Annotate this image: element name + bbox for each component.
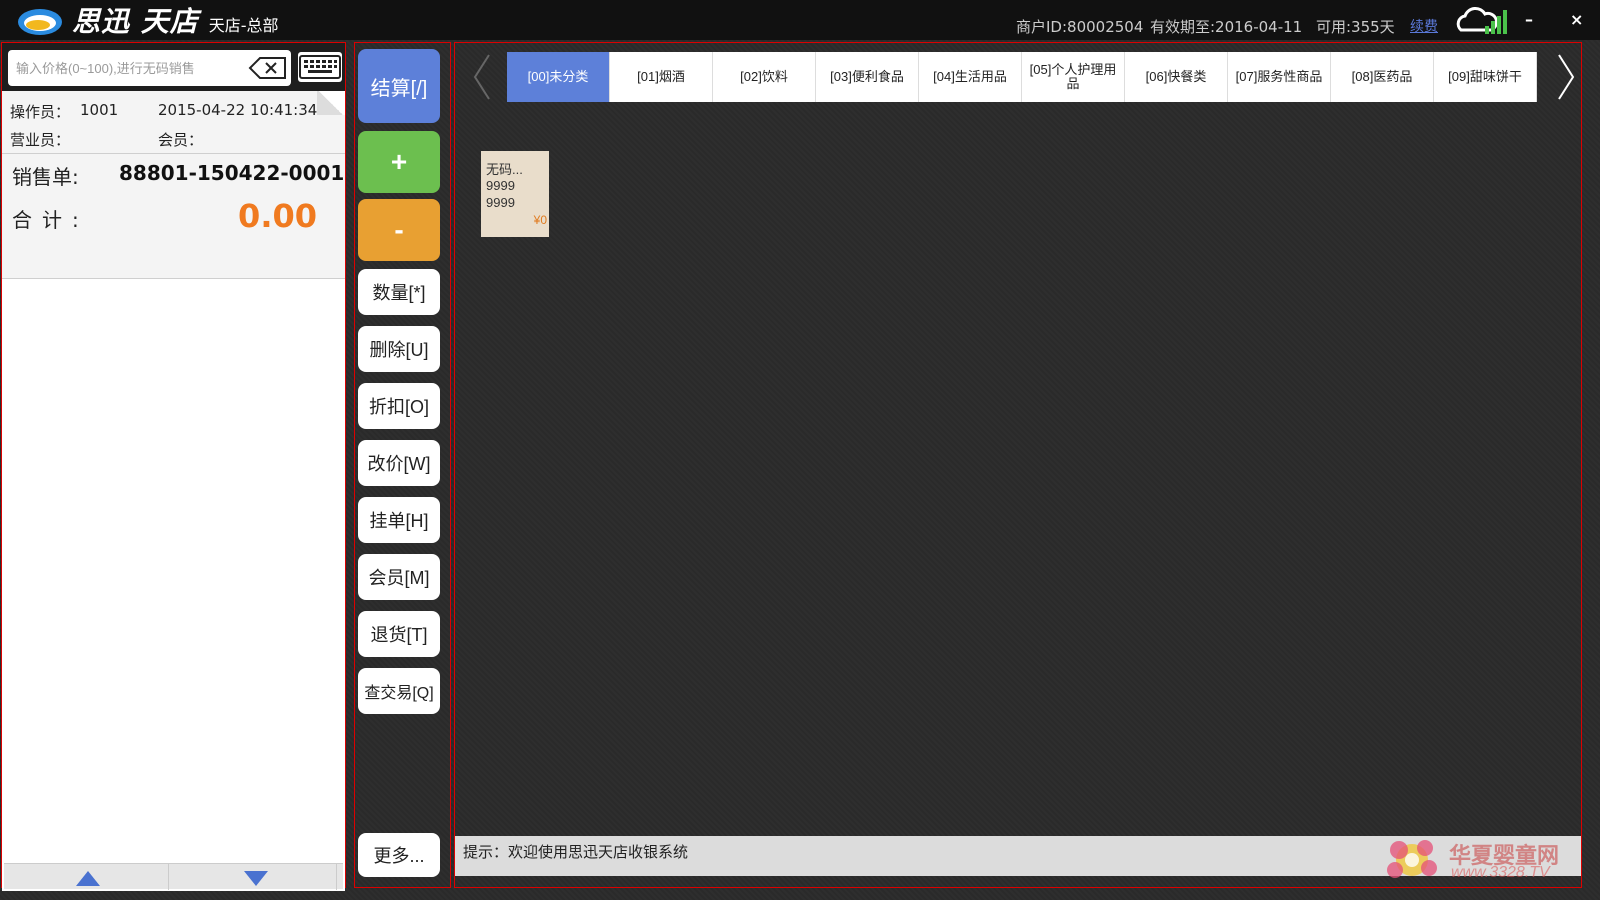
title-bar: 思迅 天店 天店-总部 商户ID:80002504 有效期至:2016-04-1…	[0, 0, 1600, 40]
chevron-right-icon[interactable]	[1553, 53, 1577, 101]
chevron-left-icon[interactable]	[471, 53, 495, 101]
tab-category[interactable]: [07]服务性商品	[1228, 52, 1331, 102]
member-button[interactable]: 会员[M]	[358, 554, 440, 600]
product-card[interactable]: 无码... 9999 9999 ¥0	[481, 151, 549, 237]
query-transaction-button[interactable]: 查交易[Q]	[358, 668, 440, 714]
tab-category[interactable]: [00]未分类	[507, 52, 610, 102]
cloud-logo-icon	[18, 9, 62, 35]
minimize-button[interactable]: –	[1525, 10, 1533, 29]
search-box	[8, 50, 291, 86]
watermark-url: www.3328.TV	[1451, 864, 1550, 881]
available-days: 可用:355天	[1316, 18, 1395, 36]
tab-category[interactable]: [06]快餐类	[1125, 52, 1228, 102]
action-panel: 结算[/] + - 数量[*] 删除[U] 折扣[O] 改价[W] 挂单[H] …	[354, 42, 451, 888]
logo-text: 思迅 天店	[72, 5, 199, 38]
tab-category[interactable]: [04]生活用品	[919, 52, 1022, 102]
product-panel: [00]未分类 [01]烟酒 [02]饮料 [03]便利食品 [04]生活用品 …	[454, 42, 1582, 888]
tab-category[interactable]: [01]烟酒	[610, 52, 713, 102]
order-panel: 操作员： 1001 2015-04-22 10:41:34 营业员： 会员： 销…	[1, 42, 346, 891]
list-scroll-bar	[4, 863, 343, 890]
total-label: 合计:	[12, 208, 89, 232]
page-curl-decoration	[317, 91, 345, 115]
salesperson-label: 营业员：	[10, 131, 71, 149]
change-price-button[interactable]: 改价[W]	[358, 440, 440, 486]
backspace-icon[interactable]	[248, 56, 288, 80]
order-info: 操作员： 1001 2015-04-22 10:41:34 营业员： 会员： 销…	[2, 91, 345, 279]
product-code: 9999	[486, 195, 515, 210]
category-tabs: [00]未分类 [01]烟酒 [02]饮料 [03]便利食品 [04]生活用品 …	[507, 52, 1537, 102]
cloud-signal-icon	[1456, 7, 1507, 34]
search-row	[2, 43, 345, 91]
plus-button[interactable]: +	[358, 131, 440, 193]
tab-category[interactable]: [05]个人护理用品	[1022, 52, 1125, 102]
operator-label: 操作员：	[10, 103, 71, 121]
order-number: 88801-150422-0001	[119, 161, 345, 185]
divider	[2, 153, 345, 154]
minus-button[interactable]: -	[358, 199, 440, 261]
return-button[interactable]: 退货[T]	[358, 611, 440, 657]
order-item-list[interactable]	[2, 279, 345, 891]
order-label: 销售单:	[12, 165, 79, 189]
settle-button[interactable]: 结算[/]	[358, 49, 440, 123]
keyboard-icon[interactable]	[298, 52, 342, 82]
total-value: 0.00	[238, 197, 317, 235]
flower-logo-icon	[1387, 840, 1437, 878]
product-name: 无码...	[486, 162, 523, 177]
operator-value: 1001	[80, 101, 119, 119]
tab-category[interactable]: [03]便利食品	[816, 52, 919, 102]
merchant-id: 商户ID:80002504	[1016, 18, 1144, 36]
watermark: 华夏婴童网 www.3328.TV	[1377, 834, 1577, 884]
tip-bar: 提示：欢迎使用思迅天店收银系统 华夏婴童网 www.3328.TV	[455, 836, 1581, 881]
more-button[interactable]: 更多...	[358, 833, 440, 877]
renew-link[interactable]: 续费	[1410, 16, 1438, 36]
quantity-button[interactable]: 数量[*]	[358, 269, 440, 315]
close-button[interactable]: ×	[1570, 10, 1583, 29]
hold-order-button[interactable]: 挂单[H]	[358, 497, 440, 543]
tip-text: 提示：欢迎使用思迅天店收银系统	[463, 844, 689, 861]
tab-category[interactable]: [09]甜味饼干	[1434, 52, 1537, 102]
app-subtitle: 天店-总部	[208, 16, 279, 35]
order-datetime: 2015-04-22 10:41:34	[158, 101, 318, 119]
tab-category[interactable]: [08]医药品	[1331, 52, 1434, 102]
tab-category[interactable]: [02]饮料	[713, 52, 816, 102]
arrow-down-icon	[244, 871, 268, 886]
price-input[interactable]	[16, 56, 236, 80]
delete-button[interactable]: 删除[U]	[358, 326, 440, 372]
valid-until: 有效期至:2016-04-11	[1150, 18, 1303, 36]
scroll-down-button[interactable]	[172, 864, 337, 890]
scroll-up-button[interactable]	[4, 864, 169, 890]
arrow-up-icon	[76, 871, 100, 886]
discount-button[interactable]: 折扣[O]	[358, 383, 440, 429]
member-label: 会员：	[158, 131, 204, 149]
product-price: ¥0	[533, 213, 547, 227]
product-code: 9999	[486, 178, 515, 193]
app-logo: 思迅 天店 天店-总部	[16, 3, 279, 38]
